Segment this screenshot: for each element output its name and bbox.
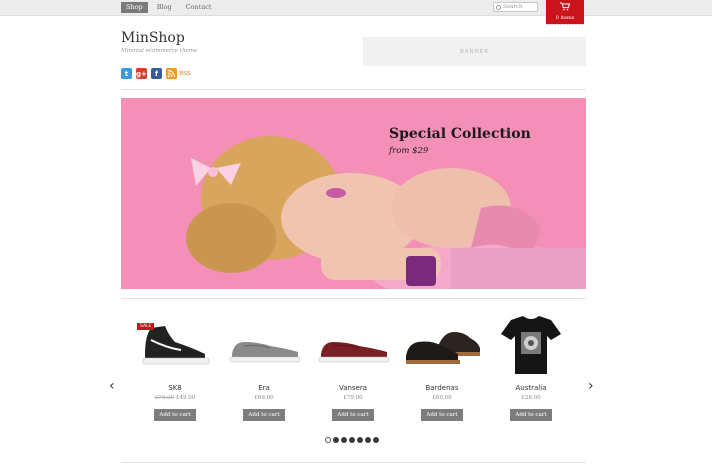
social-links: t g+ f RSS [121, 68, 191, 79]
product-price: £79.00 [343, 395, 363, 401]
add-to-cart-button[interactable]: Add to cart [154, 409, 196, 421]
product-name[interactable]: SK8 [131, 384, 219, 392]
add-to-cart-button[interactable]: Add to cart [510, 409, 552, 421]
top-bar: Shop Blog Contact Search [0, 0, 712, 16]
carousel-dot[interactable] [333, 437, 339, 443]
nav-item-shop[interactable]: Shop [121, 2, 148, 13]
carousel-prev-button[interactable]: ‹ [109, 379, 115, 393]
carousel-dot[interactable] [365, 437, 371, 443]
product-card: Australia £28.00 Add to cart [487, 310, 575, 421]
site-tagline: Minimal ecommerce theme [121, 48, 198, 54]
product-card: SALE SK8 £79.00 £49.00 Add to cart [131, 310, 219, 421]
product-image[interactable]: SALE [131, 310, 219, 382]
sale-badge: SALE [137, 323, 155, 330]
product-sale-price: £49.00 [176, 395, 196, 401]
add-to-cart-button[interactable]: Add to cart [243, 409, 285, 421]
product-old-price: £79.00 [154, 395, 174, 401]
hero-title: Special Collection [389, 126, 531, 142]
cart-item-count: 0 items [555, 15, 575, 21]
rss-label[interactable]: RSS [179, 71, 191, 77]
product-card: Vansera £79.00 Add to cart [309, 310, 397, 421]
header-banner[interactable]: BANNER [363, 37, 586, 66]
carousel-dot[interactable] [341, 437, 347, 443]
product-name[interactable]: Vansera [309, 384, 397, 392]
carousel-pagination [325, 437, 379, 443]
rss-icon[interactable] [166, 68, 177, 79]
cart-ribbon-edge [546, 23, 584, 26]
hero-slide[interactable]: Special Collection from $29 [121, 98, 586, 289]
cart-icon [546, 2, 584, 15]
google-plus-icon[interactable]: g+ [136, 68, 147, 79]
carousel-dot[interactable] [357, 437, 363, 443]
site-logo[interactable]: MinShop [121, 30, 185, 46]
product-image[interactable] [309, 310, 397, 382]
product-card: Bardenas £69.00 Add to cart [398, 310, 486, 421]
header-divider [121, 89, 586, 90]
hero-divider [121, 298, 586, 299]
main-nav: Shop Blog Contact [121, 2, 216, 13]
product-image[interactable] [487, 310, 575, 382]
footer-divider [121, 462, 586, 463]
carousel-dot[interactable] [373, 437, 379, 443]
product-price: £69.00 [254, 395, 274, 401]
product-carousel: SALE SK8 £79.00 £49.00 Add to cart Era £6… [131, 310, 571, 430]
product-image[interactable] [398, 310, 486, 382]
carousel-dot[interactable] [325, 437, 331, 443]
product-name[interactable]: Australia [487, 384, 575, 392]
twitter-icon[interactable]: t [121, 68, 132, 79]
carousel-next-button[interactable]: › [588, 379, 594, 393]
product-image[interactable] [220, 310, 308, 382]
nav-item-contact[interactable]: Contact [181, 2, 217, 13]
add-to-cart-button[interactable]: Add to cart [421, 409, 463, 421]
hero-subtitle: from $29 [389, 146, 429, 156]
add-to-cart-button[interactable]: Add to cart [332, 409, 374, 421]
search-placeholder: Search [503, 4, 523, 10]
product-price: £69.00 [432, 395, 452, 401]
product-card: Era £69.00 Add to cart [220, 310, 308, 421]
product-price: £79.00 £49.00 [131, 395, 219, 401]
cart-button[interactable]: 0 items [546, 0, 584, 26]
product-name[interactable]: Bardenas [398, 384, 486, 392]
search-icon [496, 4, 501, 10]
facebook-icon[interactable]: f [151, 68, 162, 79]
nav-item-blog[interactable]: Blog [152, 2, 177, 13]
carousel-dot[interactable] [349, 437, 355, 443]
product-price: £28.00 [521, 395, 541, 401]
search-input[interactable]: Search [493, 2, 538, 12]
product-name[interactable]: Era [220, 384, 308, 392]
